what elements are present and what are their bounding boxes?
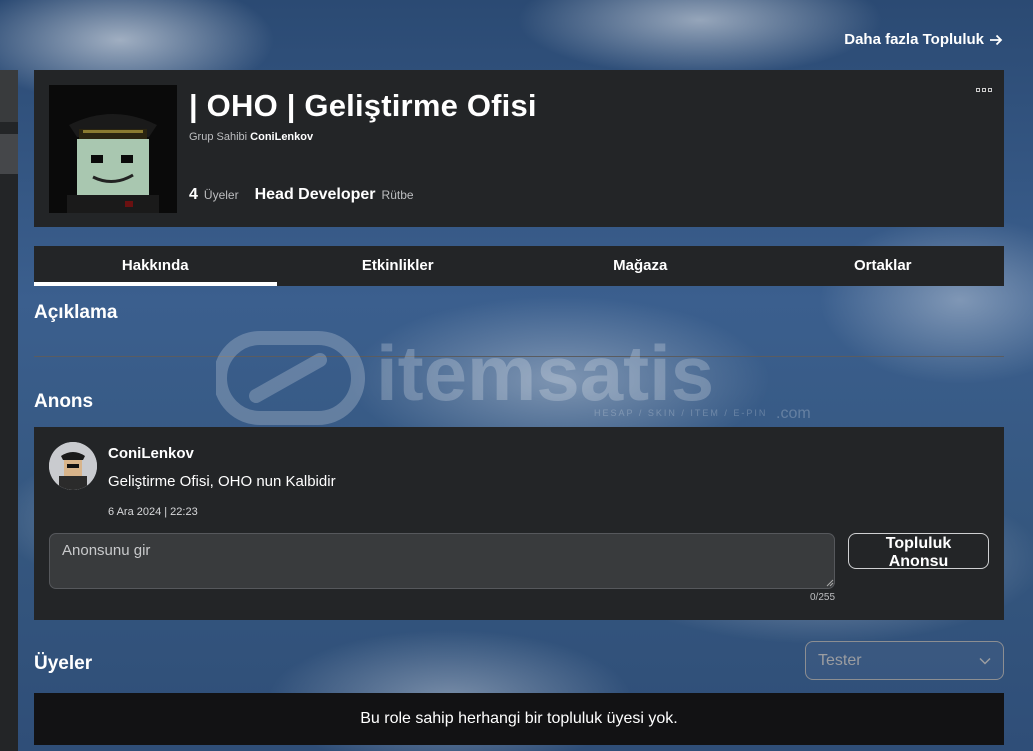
member-label: Üyeler — [203, 188, 239, 202]
announcement-text: Geliştirme Ofisi, OHO nun Kalbidir — [108, 473, 336, 490]
more-options-icon[interactable] — [976, 88, 992, 92]
tab-events[interactable]: Etkinlikler — [277, 246, 520, 286]
left-sidebar-rail — [0, 70, 18, 751]
rail-block — [0, 134, 18, 174]
group-header-card: | OHO | Geliştirme Ofisi Grup Sahibi Con… — [34, 70, 1004, 227]
group-owner: Grup Sahibi ConiLenkov — [189, 131, 313, 143]
char-count: 0/255 — [810, 592, 836, 603]
chevron-down-icon — [979, 657, 991, 665]
post-announcement-button[interactable]: Topluluk Anonsu — [848, 533, 989, 570]
arrow-right-icon — [990, 34, 1003, 45]
owner-name-link[interactable]: ConiLenkov — [250, 131, 313, 143]
itemsatis-watermark: itemsatis HESAP / SKIN / ITEM / E-PIN .c… — [216, 330, 811, 425]
announcement-heading: Anons — [34, 391, 94, 412]
resize-grip-icon[interactable] — [826, 579, 834, 587]
rank-label: Rütbe — [381, 188, 414, 202]
announcement-date: 6 Ara 2024 | 22:23 — [108, 506, 198, 518]
member-count: 4 — [189, 186, 198, 203]
avatar[interactable] — [49, 442, 97, 490]
members-empty-text: Bu role sahip herhangi bir topluluk üyes… — [360, 710, 678, 727]
rank-name: Head Developer — [254, 186, 376, 203]
tab-about[interactable]: Hakkında — [34, 246, 277, 286]
role-select[interactable]: Tester — [805, 641, 1004, 680]
members-empty-state: Bu role sahip herhangi bir topluluk üyes… — [34, 693, 1004, 745]
announcement-input[interactable] — [49, 533, 835, 589]
group-stats: 4 Üyeler Head Developer Rütbe — [189, 186, 414, 204]
more-communities-label: Daha fazla Topluluk — [844, 31, 984, 48]
tab-store[interactable]: Mağaza — [519, 246, 762, 286]
watermark-tagline: HESAP / SKIN / ITEM / E-PIN — [594, 408, 767, 418]
more-communities-link[interactable]: Daha fazla Topluluk — [844, 31, 1003, 48]
announcement-author[interactable]: ConiLenkov — [108, 445, 194, 462]
group-thumbnail — [49, 85, 177, 213]
watermark-brand: itemsatis — [376, 330, 714, 417]
role-select-value: Tester — [818, 651, 862, 669]
group-title: | OHO | Geliştirme Ofisi — [189, 88, 537, 123]
section-divider — [34, 356, 1004, 357]
description-heading: Açıklama — [34, 302, 118, 323]
owner-label: Grup Sahibi — [189, 131, 248, 143]
group-tabs: Hakkında Etkinlikler Mağaza Ortaklar — [34, 246, 1004, 286]
announcement-card: ConiLenkov Geliştirme Ofisi, OHO nun Kal… — [34, 427, 1004, 620]
rail-block — [0, 70, 18, 122]
tab-affiliates[interactable]: Ortaklar — [762, 246, 1005, 286]
members-heading: Üyeler — [34, 653, 93, 674]
watermark-suffix: .com — [776, 405, 811, 422]
